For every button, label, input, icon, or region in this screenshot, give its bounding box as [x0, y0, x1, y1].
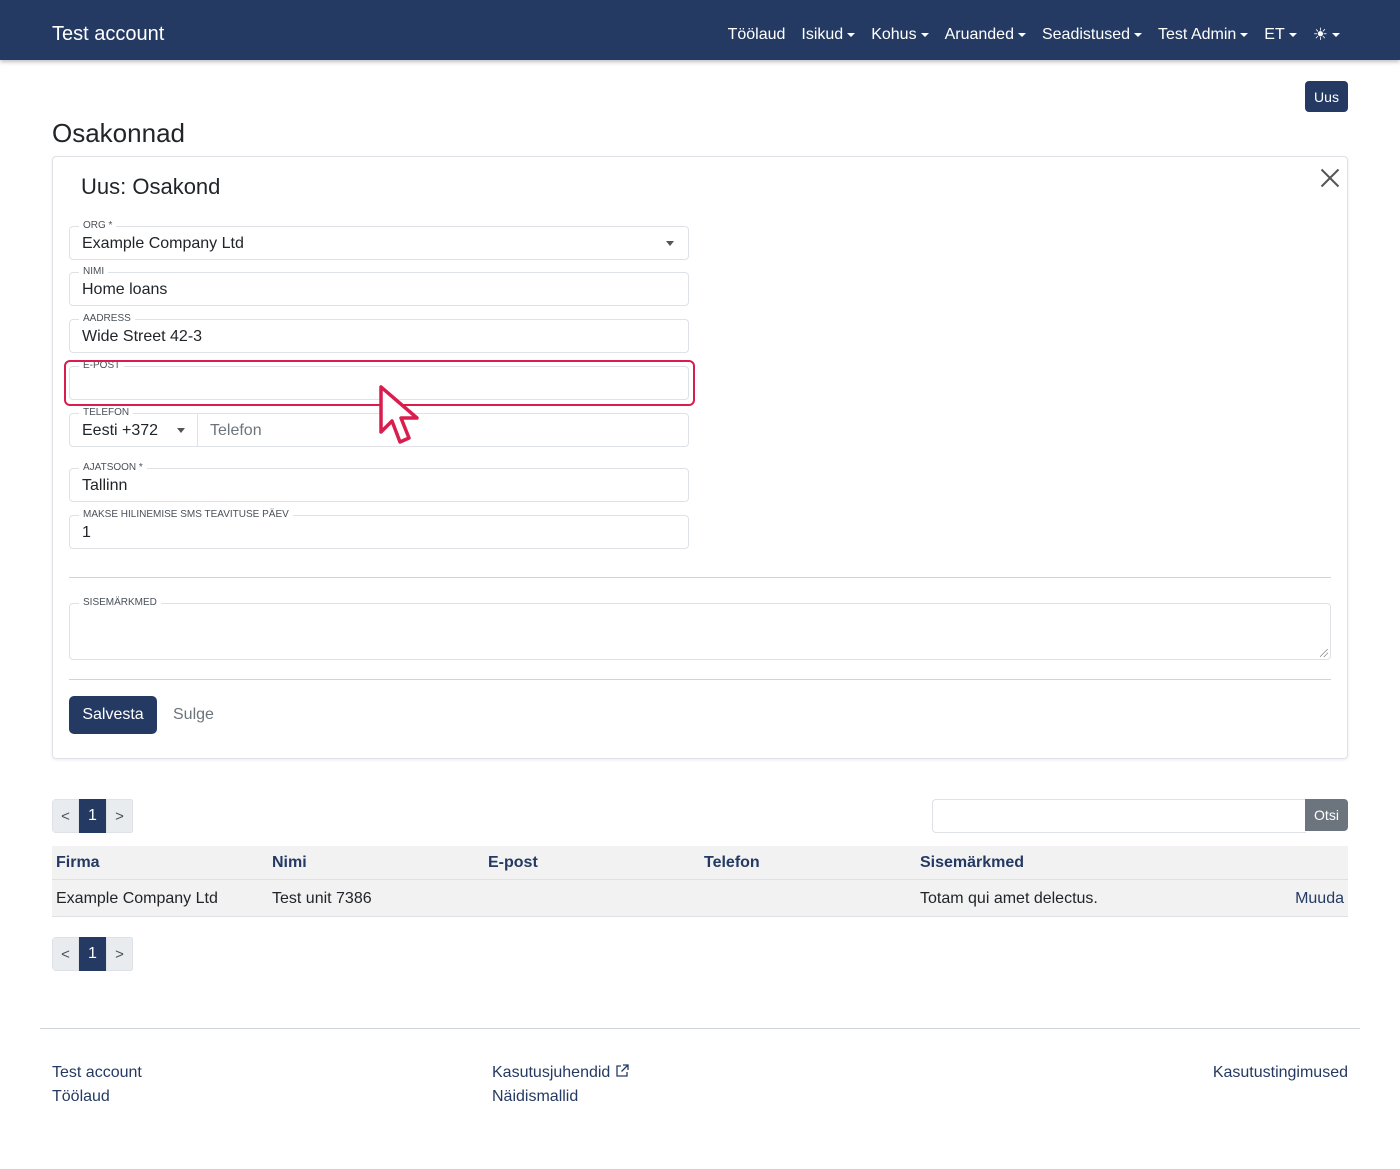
- next-page-button[interactable]: >: [106, 799, 133, 833]
- nav-item-seadistused[interactable]: Seadistused: [1041, 24, 1143, 46]
- prev-page-button[interactable]: <: [52, 799, 79, 833]
- cell-notes: Totam qui amet delectus.: [920, 890, 1098, 907]
- chevron-down-icon: [177, 428, 185, 433]
- close-icon[interactable]: [1319, 167, 1341, 189]
- nav-label: Aruanded: [944, 26, 1014, 43]
- sms-day-field[interactable]: MAKSE HILINEMISE SMS TEAVITUSE PÄEV 1: [69, 509, 689, 549]
- form-title: Uus: Osakond: [81, 174, 221, 199]
- field-label: AADRESS: [79, 313, 135, 325]
- footer-link-label: Kasutusjuhendid: [492, 1064, 611, 1081]
- search-input[interactable]: [932, 799, 1306, 833]
- nav-item-theme[interactable]: ☀: [1313, 25, 1340, 45]
- field-label: SISEMÄRKMED: [79, 597, 161, 609]
- caret-down-icon: [1332, 33, 1340, 37]
- nav-item-kohus[interactable]: Kohus: [871, 24, 929, 46]
- cell-nimi: Test unit 7386: [272, 890, 372, 907]
- nav-item-aruanded[interactable]: Aruanded: [945, 24, 1026, 46]
- nav-item-user-menu[interactable]: Test Admin: [1158, 24, 1249, 46]
- top-navbar: Test account Töölaud Isikud Kohus Aruand…: [0, 0, 1400, 60]
- caret-down-icon: [1134, 33, 1143, 37]
- divider: [69, 679, 1331, 680]
- nav-item-language[interactable]: ET: [1264, 24, 1297, 46]
- org-select[interactable]: ORG * Example Company Ltd: [69, 220, 689, 260]
- chevron-down-icon: [666, 241, 674, 246]
- name-field[interactable]: NIMI Home loans: [69, 266, 689, 306]
- caret-down-icon: [920, 33, 929, 37]
- nav-label: Test Admin: [1158, 26, 1237, 43]
- field-value: 1: [82, 524, 91, 541]
- timezone-field[interactable]: AJATSOON * Tallinn: [69, 462, 689, 502]
- field-value: Tallinn: [82, 477, 128, 494]
- phone-country-select[interactable]: Eesti +372: [70, 414, 198, 446]
- nav-label: Seadistused: [1041, 26, 1131, 43]
- pagination-bottom: < 1 >: [52, 937, 134, 971]
- page-title: Osakonnad: [52, 118, 185, 148]
- caret-down-icon: [847, 33, 856, 37]
- new-department-form: Uus: Osakond ORG * Example Company Ltd N…: [52, 156, 1348, 759]
- caret-down-icon: [1240, 33, 1249, 37]
- nav-item-isikud[interactable]: Isikud: [801, 24, 856, 46]
- field-value: Home loans: [82, 281, 168, 298]
- sun-icon: ☀: [1312, 25, 1328, 44]
- edit-link[interactable]: Muuda: [1295, 889, 1344, 909]
- field-value: Eesti +372: [82, 422, 159, 439]
- new-button[interactable]: Uus: [1305, 81, 1348, 112]
- external-link-icon: [616, 1064, 629, 1077]
- column-header[interactable]: E-post: [488, 853, 538, 873]
- footer-link-manuals[interactable]: Kasutusjuhendid: [492, 1063, 630, 1083]
- footer-link-account[interactable]: Test account: [52, 1063, 142, 1083]
- phone-input[interactable]: Telefon: [210, 421, 262, 441]
- column-header[interactable]: Firma: [56, 853, 100, 873]
- footer-link-templates[interactable]: Näidismallid: [492, 1087, 578, 1107]
- field-value: Example Company Ltd: [82, 235, 244, 252]
- notes-textarea[interactable]: SISEMÄRKMED: [69, 597, 1331, 660]
- divider: [69, 577, 1331, 578]
- table-header: Firma Nimi E-post Telefon Sisemärkmed: [52, 846, 1348, 880]
- field-value: Wide Street 42-3: [82, 328, 203, 345]
- column-header[interactable]: Telefon: [704, 853, 760, 873]
- next-page-button[interactable]: >: [106, 937, 133, 971]
- field-label: NIMI: [79, 266, 109, 278]
- page-button[interactable]: 1: [79, 799, 106, 833]
- address-field[interactable]: AADRESS Wide Street 42-3: [69, 313, 689, 353]
- save-button[interactable]: Salvesta: [69, 696, 157, 734]
- footer-link-terms[interactable]: Kasutustingimused: [1213, 1063, 1348, 1083]
- field-label: MAKSE HILINEMISE SMS TEAVITUSE PÄEV: [79, 509, 293, 521]
- footer-link-dashboard[interactable]: Töölaud: [52, 1087, 110, 1107]
- nav-label: Töölaud: [727, 26, 786, 43]
- nav-label: ET: [1264, 26, 1285, 43]
- caret-down-icon: [1288, 33, 1297, 37]
- search-button[interactable]: Otsi: [1305, 799, 1348, 831]
- resize-handle-icon[interactable]: [1320, 649, 1328, 657]
- table-row: Example Company Ltd Test unit 7386 Totam…: [52, 880, 1348, 917]
- footer-divider: [40, 1028, 1360, 1029]
- mouse-cursor-icon: [379, 385, 419, 444]
- page-button[interactable]: 1: [79, 937, 106, 971]
- nav-label: Kohus: [871, 26, 917, 43]
- caret-down-icon: [1017, 33, 1026, 37]
- column-header[interactable]: Sisemärkmed: [920, 853, 1024, 873]
- pagination-top: < 1 >: [52, 799, 134, 833]
- departments-table: Firma Nimi E-post Telefon Sisemärkmed Ex…: [52, 846, 1348, 917]
- cell-firma: Example Company Ltd: [56, 890, 218, 907]
- nav-item-toolaud[interactable]: Töölaud: [728, 24, 786, 46]
- main-nav: Töölaud Isikud Kohus Aruanded Seadistuse…: [712, 24, 1340, 46]
- column-header[interactable]: Nimi: [272, 853, 307, 873]
- close-link[interactable]: Sulge: [173, 705, 214, 725]
- brand-link[interactable]: Test account: [52, 22, 164, 46]
- field-label: AJATSOON *: [79, 462, 147, 474]
- nav-label: Isikud: [801, 26, 844, 43]
- prev-page-button[interactable]: <: [52, 937, 79, 971]
- field-label: ORG *: [79, 220, 117, 232]
